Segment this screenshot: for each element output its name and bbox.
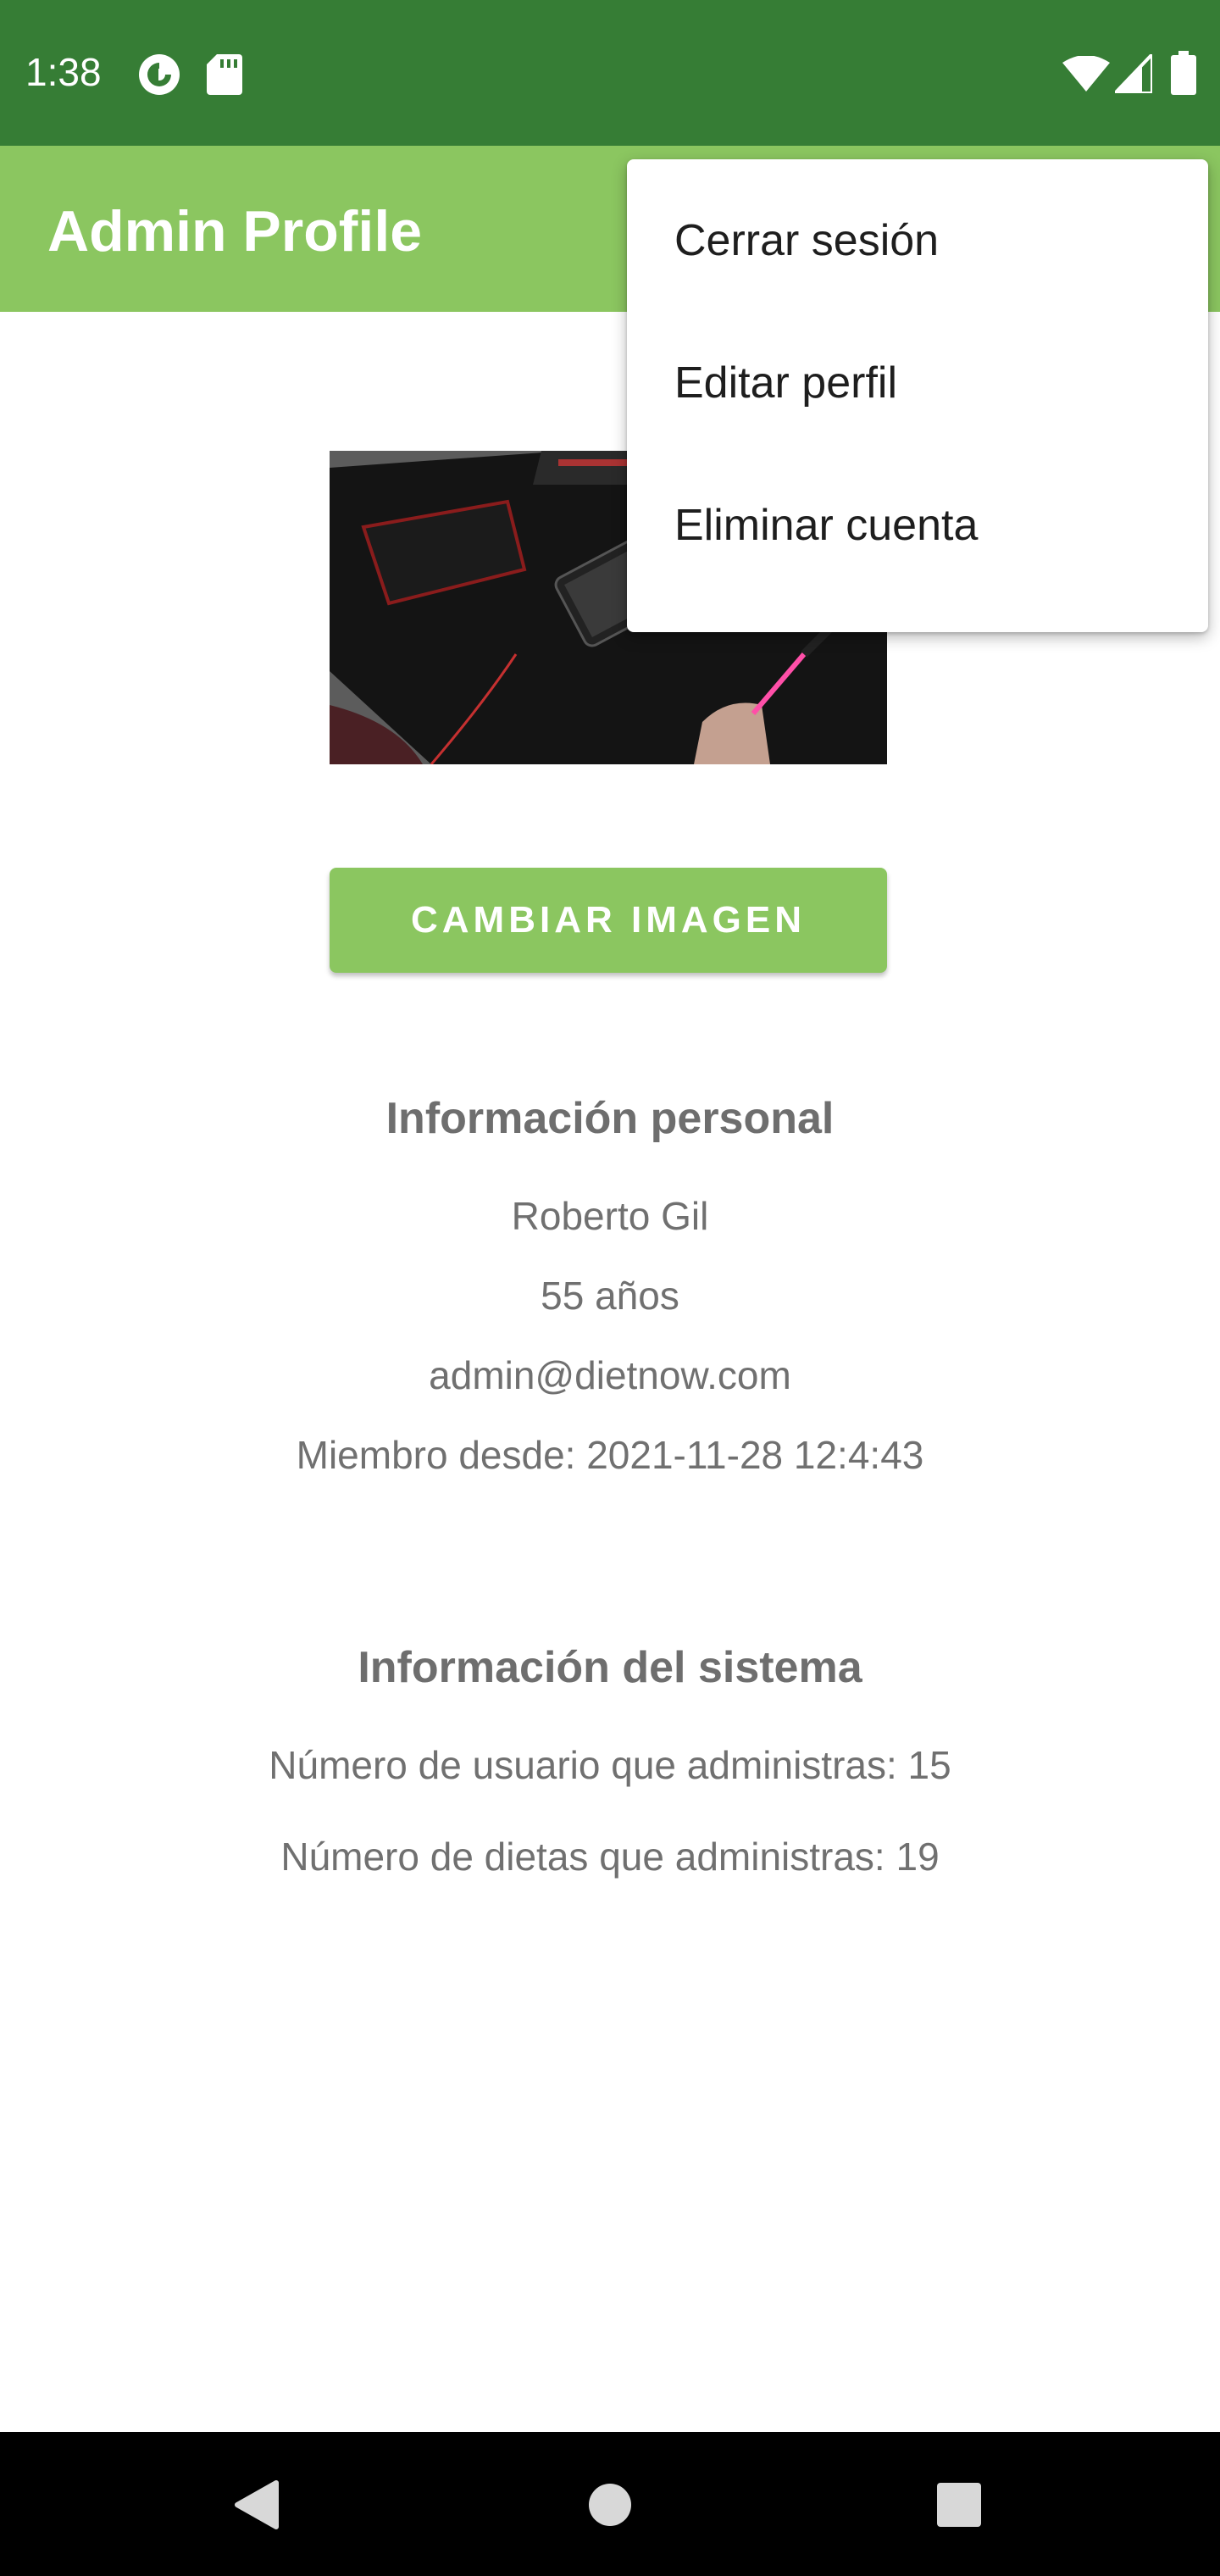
home-icon[interactable] (588, 2483, 632, 2527)
menu-item-edit-profile[interactable]: Editar perfil (627, 315, 1208, 458)
personal-info-title: Información personal (385, 1094, 835, 1143)
status-time: 1:38 (25, 50, 102, 94)
back-icon[interactable] (232, 2479, 280, 2530)
system-info-title: Información del sistema (358, 1643, 862, 1692)
menu-item-logout[interactable]: Cerrar sesión (627, 173, 1208, 315)
recents-icon[interactable] (937, 2483, 981, 2527)
menu-item-delete-account[interactable]: Eliminar cuenta (627, 458, 1208, 600)
member-since: Miembro desde: 2021-11-28 12:4:43 (296, 1433, 924, 1477)
status-bar: 1:38 (0, 0, 1220, 146)
managed-users-count: Número de usuario que administras: 15 (269, 1743, 951, 1787)
user-email: admin@dietnow.com (429, 1353, 791, 1397)
menu-item-label: Cerrar sesión (674, 216, 940, 265)
menu-item-label: Editar perfil (674, 358, 897, 408)
change-image-button[interactable]: CAMBIAR IMAGEN (330, 868, 887, 973)
signal-icon (1115, 54, 1152, 93)
page-title: Admin Profile (47, 199, 423, 264)
change-image-label: CAMBIAR IMAGEN (411, 899, 806, 941)
user-age: 55 años (541, 1274, 679, 1318)
user-name: Roberto Gil (511, 1194, 709, 1238)
overflow-menu: Cerrar sesión Editar perfil Eliminar cue… (627, 159, 1208, 632)
pocket-casts-icon (139, 54, 180, 95)
system-nav-bar (0, 2432, 1220, 2576)
battery-icon (1171, 51, 1196, 95)
menu-item-label: Eliminar cuenta (674, 501, 979, 550)
wifi-icon (1062, 56, 1110, 92)
managed-diets-count: Número de dietas que administras: 19 (280, 1835, 940, 1879)
sd-card-icon (207, 54, 242, 95)
